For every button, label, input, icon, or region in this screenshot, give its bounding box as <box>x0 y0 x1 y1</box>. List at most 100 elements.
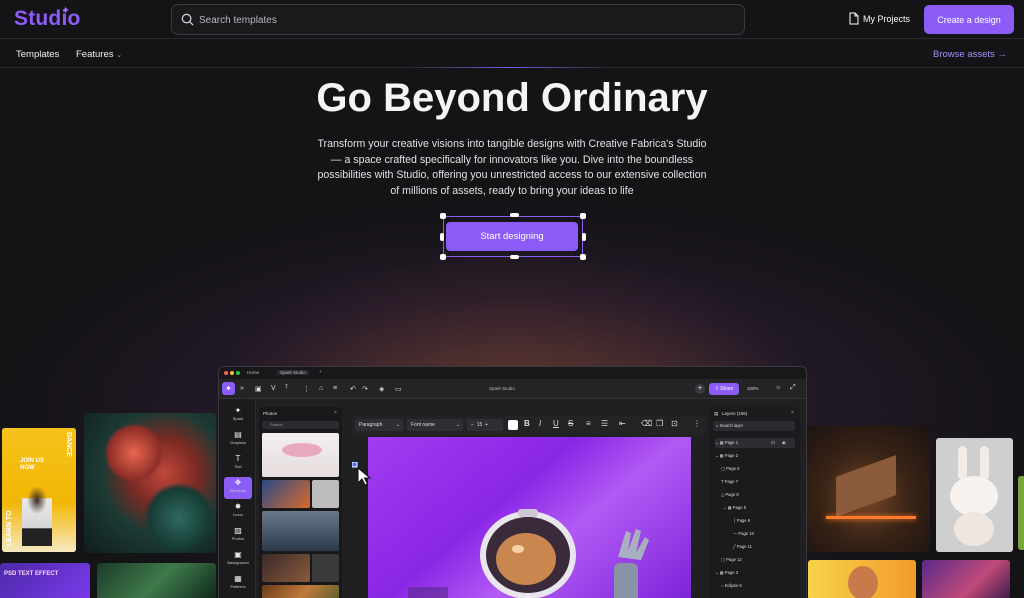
comment-icon[interactable]: ▭ <box>395 385 402 393</box>
spark-menu-icon[interactable]: ✦ <box>222 382 235 395</box>
layer-row[interactable]: ▢ Page 6 <box>721 464 801 474</box>
resize-handle <box>582 233 586 241</box>
close-panel-icon[interactable]: × <box>334 410 337 416</box>
photos-search[interactable]: Search <box>262 421 339 429</box>
more-options-icon[interactable]: ⋮ <box>693 419 701 428</box>
home-icon[interactable]: ⌂ <box>319 385 323 392</box>
nav-features[interactable]: Features ⌄ <box>76 49 122 60</box>
rail-patterns[interactable]: ▦ Patterns <box>224 573 252 595</box>
double-chevron-icon[interactable]: » <box>240 385 244 392</box>
indent-icon[interactable]: ⇤ <box>619 419 626 428</box>
layer-row[interactable]: ⌄ ▦ Page 5 <box>723 503 803 513</box>
minimize-window-icon[interactable] <box>230 371 234 375</box>
layers-icon[interactable]: ◈ <box>379 385 384 393</box>
close-window-icon[interactable] <box>224 371 228 375</box>
astronaut-illustration <box>408 509 649 598</box>
start-designing-button[interactable]: Start designing <box>446 222 578 251</box>
close-layers-icon[interactable]: × <box>791 410 794 416</box>
vector-icon[interactable]: V <box>271 385 276 392</box>
redo-icon[interactable]: ↷ <box>362 385 368 393</box>
nav-features-label: Features <box>76 49 114 60</box>
psd-text-effect-image: PSD TEXT EFFECT <box>0 563 90 598</box>
maximize-window-icon[interactable] <box>236 371 240 375</box>
menu-icon[interactable]: ≡ <box>333 385 337 392</box>
tab-home[interactable]: Home <box>247 370 259 375</box>
text-tool-icon[interactable]: ᵀ <box>285 385 288 392</box>
leaves-photo[interactable] <box>262 585 339 598</box>
document-title[interactable]: Spark Studio <box>489 386 515 391</box>
zoom-level[interactable]: 100% <box>747 386 759 391</box>
search-input[interactable] <box>199 12 719 28</box>
cherry-blossom-photo[interactable] <box>262 433 339 477</box>
resize-handle <box>440 233 444 241</box>
add-tab-icon[interactable]: + <box>319 369 322 374</box>
undo-icon[interactable]: ↶ <box>350 385 356 393</box>
rail-text[interactable]: T Text <box>224 453 252 475</box>
rail-icons[interactable]: ✸ Icons <box>224 501 252 523</box>
share-button[interactable]: ⇪ Share <box>709 383 739 395</box>
font-name-select[interactable]: Font name ⌄ <box>407 419 463 431</box>
eye-icon[interactable]: ◉ <box>782 438 786 448</box>
image-icon[interactable]: ▣ <box>255 385 262 393</box>
lock-icon[interactable]: ⊡ <box>771 438 775 448</box>
layer-row[interactable]: △ Page 8 <box>721 490 801 500</box>
expand-icon[interactable]: ⤢ <box>790 384 796 392</box>
list-icon[interactable]: ☰ <box>601 419 608 428</box>
layer-row[interactable]: ⌄ ▦ Page 3 <box>715 568 795 578</box>
cat-photo[interactable] <box>312 480 339 508</box>
layer-row[interactable]: ⌄ ▦ Page 1 ⊡ ◉ <box>715 438 795 448</box>
more-icon[interactable]: ⋮ <box>303 385 310 393</box>
design-canvas[interactable] <box>368 437 691 598</box>
add-collaborator-icon[interactable]: + <box>695 384 705 394</box>
layer-row[interactable]: — Page 10 <box>733 529 806 539</box>
duplicate-icon[interactable]: ❐ <box>656 419 663 428</box>
rail-background[interactable]: ▣ Background <box>224 549 252 571</box>
paragraph-style-select[interactable]: Paragraph ⌄ <box>355 419 403 431</box>
color-swatch[interactable] <box>508 420 518 430</box>
layer-name: Page 2 <box>724 453 739 458</box>
search-icon <box>181 13 194 26</box>
layer-row[interactable]: ▢ Page 12 <box>721 555 801 565</box>
rail-graphics[interactable]: ▤ Graphics <box>224 429 252 451</box>
font-size-stepper[interactable]: − 15 + <box>467 419 503 431</box>
butterflies-photo[interactable] <box>262 480 310 508</box>
rail-photos[interactable]: ▨ Photos <box>224 525 252 547</box>
layer-row[interactable]: ╱ Page 11 <box>733 542 806 552</box>
lock-icon[interactable]: ⊡ <box>671 419 678 428</box>
resize-handle <box>440 213 446 219</box>
dark-photo[interactable] <box>312 554 339 582</box>
logo-text: Studio <box>14 7 81 30</box>
italic-icon[interactable]: I <box>539 419 541 428</box>
top-header: Studio✦ My Projects Create a design <box>0 0 1024 39</box>
align-icon[interactable]: ≡ <box>586 419 591 428</box>
my-projects-link[interactable]: My Projects <box>849 12 910 25</box>
layer-row[interactable]: │ Page 9 <box>733 516 806 526</box>
layers-search[interactable]: ⌕ Search layer <box>713 421 795 431</box>
nav-templates[interactable]: Templates <box>16 49 59 60</box>
settings-icon[interactable]: ☼ <box>775 384 781 391</box>
increase-icon[interactable]: + <box>482 422 488 428</box>
browse-assets-link[interactable]: Browse assets → <box>933 49 1007 60</box>
studio-logo[interactable]: Studio ✦ <box>14 5 81 31</box>
lighthouse-photo[interactable] <box>262 511 339 551</box>
font-name-value: Font name <box>411 422 435 428</box>
flyer-vertical-text: LEARN TO <box>6 510 13 546</box>
hero-description: Transform your creative visions into tan… <box>317 138 707 197</box>
search-bar[interactable] <box>171 4 745 35</box>
layer-row[interactable]: T Page 7 <box>721 477 801 487</box>
delete-icon[interactable]: ⌫ <box>641 419 652 428</box>
rail-spark[interactable]: ✦ Spark <box>224 405 252 427</box>
bold-icon[interactable]: B <box>524 419 530 428</box>
layer-name: Eclipse 6 <box>724 583 742 588</box>
photos-search-placeholder: Search <box>270 422 283 427</box>
layer-row[interactable]: ⌄ ▦ Page 2 <box>715 451 795 461</box>
portraits-photo[interactable] <box>262 554 310 582</box>
underline-icon[interactable]: U <box>553 419 559 428</box>
strikethrough-icon[interactable]: S <box>568 419 573 428</box>
rail-label: Elements <box>229 488 247 493</box>
rail-elements[interactable]: ❖ Elements <box>224 477 252 499</box>
layer-row[interactable]: ○ Eclipse 6 <box>721 581 801 591</box>
isometric-city-image <box>806 426 930 552</box>
create-design-button[interactable]: Create a design <box>924 5 1014 34</box>
tab-spark-studio[interactable]: Spark Studio <box>277 370 309 375</box>
